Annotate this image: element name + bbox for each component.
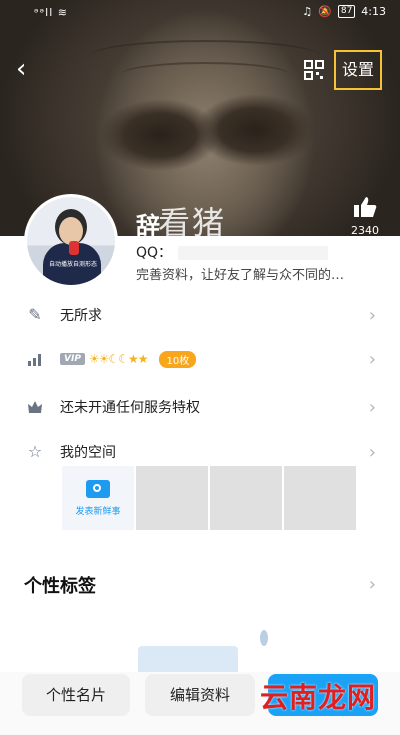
row-mood[interactable]: ✎ 无所求 › [0,295,400,335]
tags-section-title: 个性标签 [24,576,96,597]
like-count: 2340 [351,224,379,237]
camera-icon [86,479,110,498]
profile-card-button[interactable]: 个性名片 [22,674,130,716]
signal-icon: ᵊᵊll ≋ [34,6,68,19]
settings-button[interactable]: 设置 [334,50,382,90]
status-bar: ᵊᵊll ≋ ♫ 🔕 87 4:13 [0,0,400,26]
growth-icon [28,354,41,366]
space-thumbnails: 发表新鲜事 [62,466,356,530]
space-photo[interactable] [136,466,208,530]
chevron-right-icon: › [368,304,376,326]
coin-badge: 10枚 [159,350,197,368]
battery-icon: 87 [337,5,356,18]
crown-icon [28,401,42,413]
back-button[interactable]: ‹ [16,56,38,82]
nickname-overlay: 看猪 [158,204,227,242]
time: 4:13 [361,5,386,18]
space-photo[interactable] [284,466,356,530]
vip-badge: VIP [60,353,85,365]
space-photo[interactable] [210,466,282,530]
chevron-right-icon: › [368,348,376,370]
chevron-right-icon: › [368,396,376,418]
edit-profile-button[interactable]: 编辑资料 [145,674,255,716]
avatar-caption: 自动播放自测形态 [48,261,97,268]
headset-icon: ♫ [302,5,313,18]
row-privilege[interactable]: 还未开通任何服务特权 › [0,387,400,427]
qr-code-icon[interactable] [304,60,324,80]
avatar[interactable]: 自动播放自测形态 [24,194,118,288]
like-button[interactable]: 2340 [348,196,382,237]
thumbs-up-icon [354,197,377,217]
nickname: 辞看猪 [136,204,227,242]
row-vip[interactable]: VIP ☀☀☾☾★★ 10枚 › [0,339,400,379]
chevron-right-icon[interactable]: › [369,574,376,595]
post-new-button[interactable]: 发表新鲜事 [62,466,134,530]
qq-number: QQ： [136,242,329,262]
tags-illustration [138,630,268,680]
mute-icon: 🔕 [318,5,332,18]
chevron-right-icon: › [368,441,376,463]
level-icons: ☀☀☾☾★★ [88,352,149,366]
edit-icon: ✎ [28,305,42,324]
star-icon: ☆ [27,442,43,461]
watermark: 云南龙网 [260,681,377,714]
signature[interactable]: 完善资料，让好友了解与众不同的… [136,264,344,283]
